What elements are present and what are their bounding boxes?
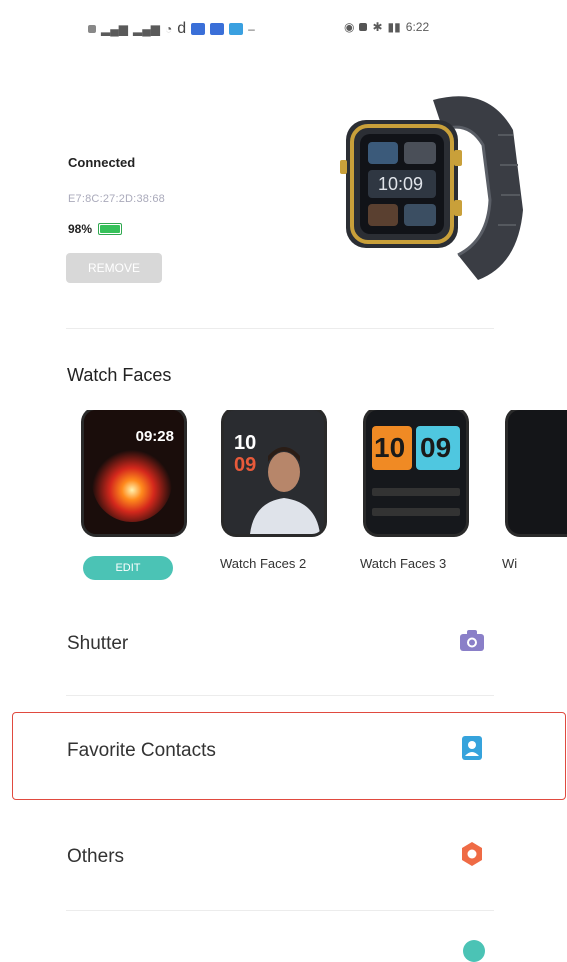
watch-face-1-time: 09:28 (135, 428, 174, 445)
watch-face-2-label: Watch Faces 2 (220, 556, 307, 571)
watch-faces-carousel[interactable]: 09:28 EDIT 10 09 Watch Faces 2 10 09 Wat… (0, 410, 567, 585)
watch-face-2-minute: 09 (234, 454, 257, 476)
device-mac-address: E7:8C:27:2D:38:68 (68, 193, 165, 205)
battery-status: 98% (68, 222, 123, 236)
battery-icon (98, 223, 123, 235)
status-icons-right: ◉ ✱ ▮▮ 6:22 (344, 20, 429, 34)
nfc-icon (359, 23, 368, 31)
watch-face-4-thumbnail[interactable] (508, 410, 567, 534)
watch-face-2-hour: 10 (234, 432, 257, 454)
battery-status-icon: ▮▮ (387, 20, 401, 34)
edit-watch-face-button[interactable]: EDIT (83, 556, 173, 580)
divider (66, 328, 494, 329)
device-card: Connected E7:8C:27:2D:38:68 98% REMOVE 1… (0, 90, 567, 310)
shutter-label: Shutter (67, 633, 129, 654)
watch-face-4-label: Wi (502, 556, 518, 571)
menu-item-shutter[interactable]: Shutter (0, 595, 567, 695)
status-bar: ▂▄▆ ▂▄▆ ◔ d – ◉ ✱ ▮▮ 6:22 (0, 0, 567, 60)
others-label: Others (67, 846, 125, 867)
watch-face-3-label: Watch Faces 3 (360, 556, 447, 571)
gear-icon (462, 842, 482, 866)
app-notification-icon (191, 23, 206, 35)
remove-device-button[interactable]: REMOVE (66, 253, 162, 283)
app-notification-icon (229, 23, 244, 35)
app-notification-icon (210, 23, 225, 35)
watch-face-1-thumbnail[interactable]: 09:28 (84, 410, 184, 534)
watch-face-3-thumbnail[interactable]: 10 09 (366, 410, 466, 534)
wifi-icon: ◔ (164, 22, 173, 36)
watch-face-3-stats-bar (372, 508, 460, 516)
eye-icon: ◉ (344, 20, 355, 34)
divider (66, 910, 494, 911)
smartwatch-image: 10:09 (340, 96, 523, 280)
status-icons-left: ▂▄▆ ▂▄▆ ◔ d – (88, 20, 255, 38)
connection-status: Connected (68, 155, 136, 170)
signal-icon: ▂▄▆ (132, 22, 160, 36)
clock-time: 6:22 (405, 20, 430, 34)
network-label: d (177, 20, 187, 37)
selection-highlight (12, 712, 566, 800)
menu-item-next-partial[interactable] (463, 940, 485, 962)
watch-face-2-thumbnail[interactable]: 10 09 (224, 410, 324, 534)
watch-face-3-stats-bar (372, 488, 460, 496)
svg-text:10:09: 10:09 (378, 174, 423, 194)
battery-percent: 98% (68, 222, 93, 236)
signal-icon: ▂▄▆ (101, 22, 128, 36)
bluetooth-icon: ✱ (372, 20, 383, 34)
battery-fill (100, 225, 121, 233)
watch-face-3-hour: 10 (374, 432, 406, 463)
watch-faces-title: Watch Faces (67, 365, 172, 385)
menu-item-others[interactable]: Others (0, 808, 567, 908)
watch-face-3-minute: 09 (420, 432, 452, 463)
hd-icon (88, 25, 96, 33)
divider (66, 695, 494, 696)
camera-icon (460, 630, 484, 651)
more-icon: – (248, 22, 255, 36)
